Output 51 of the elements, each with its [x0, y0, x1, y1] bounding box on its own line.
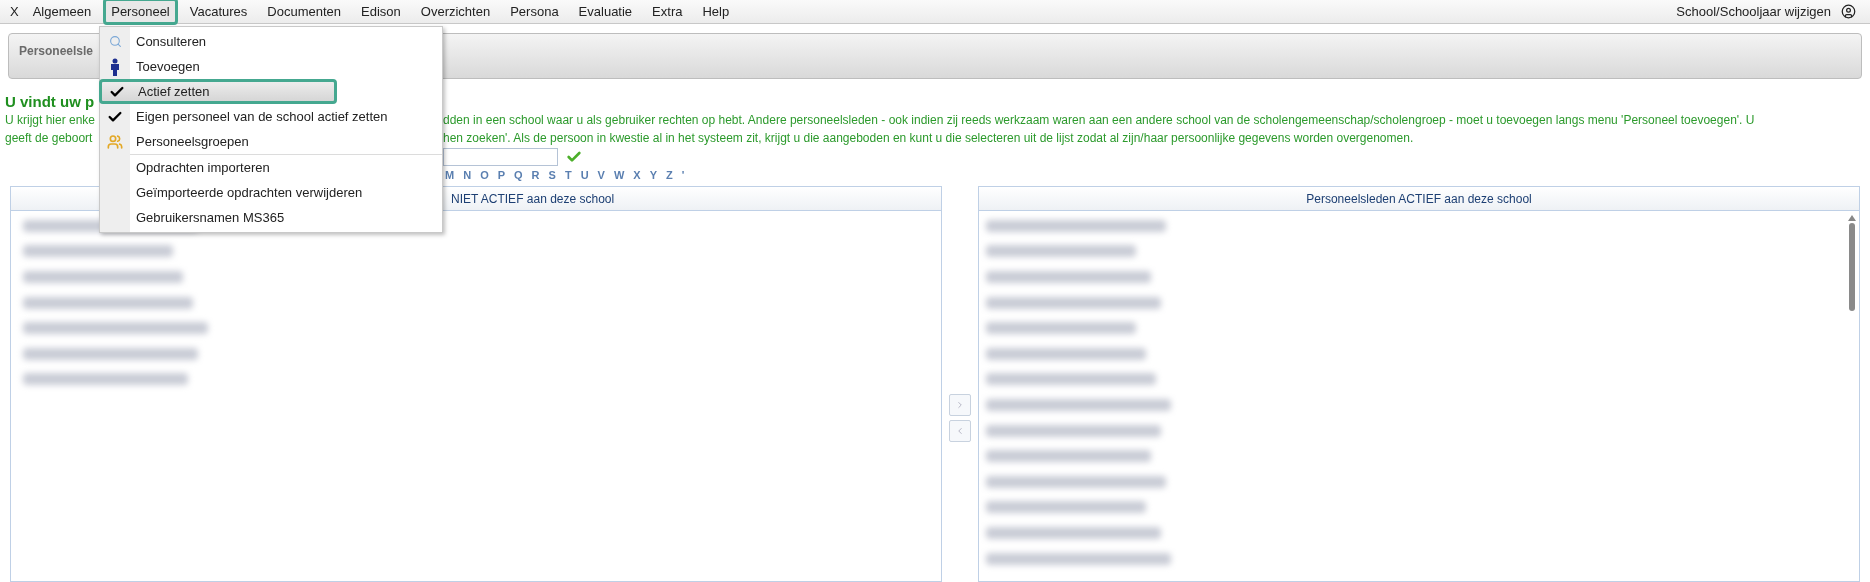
- letter-link[interactable]: P: [497, 166, 506, 184]
- intro-text: geeft de geboort: [5, 131, 93, 145]
- menu-item[interactable]: Extra: [644, 1, 691, 22]
- letter-link[interactable]: Y: [649, 166, 657, 184]
- move-right-button[interactable]: [949, 394, 971, 416]
- letter-link[interactable]: ': [681, 166, 685, 184]
- menu-item[interactable]: Documenten: [259, 1, 350, 22]
- letter-link[interactable]: M: [445, 166, 455, 184]
- chevron-right-icon: [955, 400, 965, 410]
- dropdown-item[interactable]: Eigen personeel van de school actief zetten: [100, 104, 442, 129]
- letter-link[interactable]: X: [633, 166, 641, 184]
- intro-heading: U vindt uw p: [5, 93, 96, 111]
- scroll-thumb[interactable]: [1849, 223, 1855, 311]
- dropdown-item[interactable]: Personeelsgroepen: [100, 129, 442, 154]
- letter-link[interactable]: T: [564, 166, 572, 184]
- tab-title[interactable]: Personeelsle: [19, 44, 94, 58]
- menu-item[interactable]: Help: [694, 1, 738, 22]
- menu-item[interactable]: Overzichten: [412, 1, 499, 22]
- dropdown-item[interactable]: Toevoegen: [100, 54, 442, 79]
- magnifier-icon: [108, 35, 122, 48]
- letter-link[interactable]: Z: [666, 166, 673, 184]
- menu-item[interactable]: Algemeen: [24, 1, 100, 22]
- letter-link[interactable]: N: [463, 166, 472, 184]
- intro-text: hen zoeken'. Als de persoon in kwestie al in het systeem zit, krijgt u die aangeboden en kunt u die selecteren uit de lijst zodat al zijn/haar persoonlijke gegevens worden overgenomen.: [443, 130, 1414, 147]
- dropdown-item[interactable]: Actief zetten: [99, 79, 337, 104]
- close-menu[interactable]: X: [6, 1, 23, 22]
- dropdown-item[interactable]: Consulteren: [100, 29, 442, 54]
- scroll-up-icon[interactable]: [1848, 215, 1856, 221]
- letter-link[interactable]: S: [548, 166, 556, 184]
- letter-link[interactable]: R: [531, 166, 540, 184]
- menu-item[interactable]: Vacatures: [181, 1, 256, 22]
- menu-item[interactable]: Evaluatie: [570, 1, 641, 22]
- user-icon[interactable]: [1841, 4, 1856, 19]
- intro-text: U krijgt hier enke: [5, 113, 96, 127]
- letter-link[interactable]: V: [597, 166, 605, 184]
- letter-link[interactable]: U: [580, 166, 589, 184]
- confirm-check-icon[interactable]: [566, 149, 582, 165]
- intro-text: dden in een school waar u als gebruiker rechten op hebt. Andere personeelsleden - ook indien zij reeds werkzaam waren aan een andere school van de scholengemeenschap/scholengroep - moet u toevoegen langs menu 'Personeel toevoegen'. U: [443, 112, 1755, 129]
- school-link[interactable]: School/Schooljaar wijzigen: [1676, 1, 1831, 22]
- search-field[interactable]: [443, 148, 558, 166]
- menu-item[interactable]: Edison: [353, 1, 409, 22]
- chevron-left-icon: [955, 426, 965, 436]
- move-left-button[interactable]: [949, 420, 971, 442]
- group-icon: [107, 133, 123, 150]
- menu-item[interactable]: Persona: [502, 1, 567, 22]
- menu-item[interactable]: Personeel: [103, 0, 178, 26]
- dropdown-item[interactable]: Opdrachten importeren: [100, 155, 442, 180]
- letter-link[interactable]: W: [613, 166, 625, 184]
- person-icon: [110, 57, 120, 76]
- letter-link[interactable]: O: [480, 166, 489, 184]
- letter-link[interactable]: Q: [514, 166, 523, 184]
